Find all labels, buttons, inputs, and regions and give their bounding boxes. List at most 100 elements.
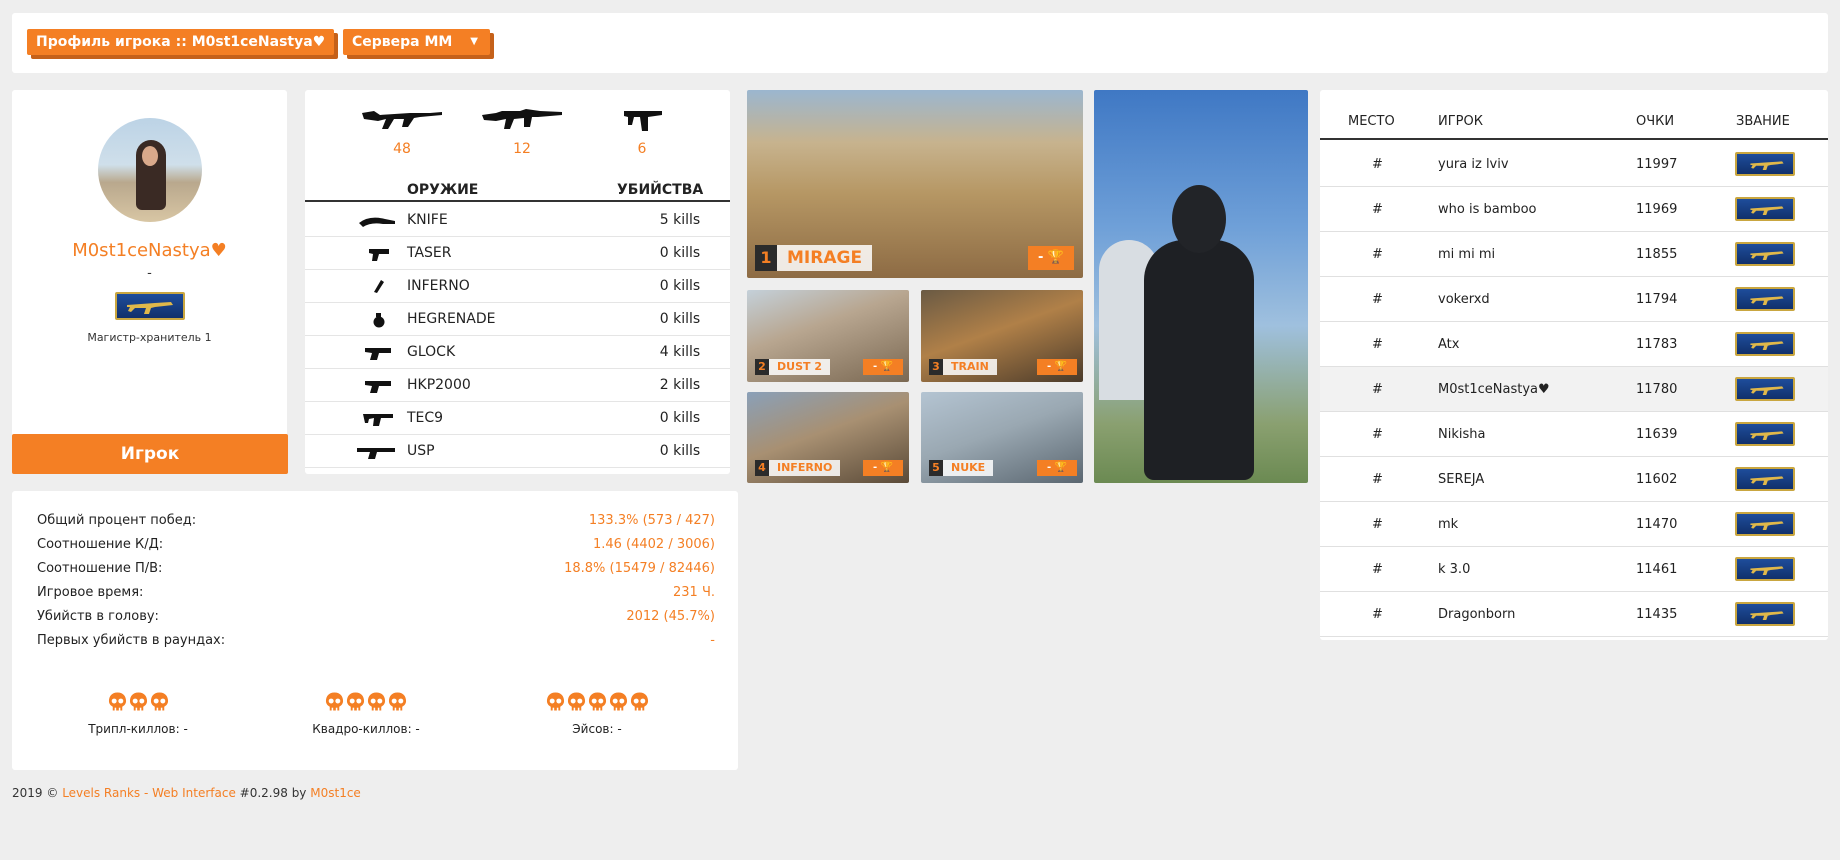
weapon-kills: 4 kills	[659, 344, 701, 360]
rank-badge-icon	[1735, 602, 1795, 626]
player-subtitle: -	[147, 266, 152, 281]
footer-link-author[interactable]: M0st1ce	[310, 786, 361, 800]
row-points: 11997	[1636, 157, 1678, 172]
map-name: MIRAGE	[777, 245, 873, 271]
table-row[interactable]: # Atx 11783	[1320, 322, 1828, 367]
table-row: USP 0 kills	[305, 435, 730, 468]
col-rank: ЗВАНИЕ	[1736, 114, 1790, 129]
table-row[interactable]: # k 3.0 11461	[1320, 547, 1828, 592]
row-points: 11461	[1636, 562, 1678, 577]
map-result-value: -	[1046, 361, 1052, 372]
table-row[interactable]: # mk 11470	[1320, 502, 1828, 547]
row-place: #	[1372, 472, 1383, 487]
table-row[interactable]: # who is bamboo 11969	[1320, 187, 1828, 232]
rank-badge-icon	[1735, 287, 1795, 311]
weapon-name: INFERNO	[407, 278, 470, 294]
skull-icon	[108, 691, 127, 716]
stat-label: Убийств в голову:	[37, 609, 159, 624]
table-row: TEC9 0 kills	[305, 402, 730, 435]
col-player: ИГРОК	[1438, 114, 1483, 129]
soldier-image	[1094, 90, 1308, 483]
map-name: DUST 2	[769, 359, 830, 375]
skull-icon	[546, 691, 565, 716]
row-points: 11602	[1636, 472, 1678, 487]
col-kills: УБИЙСТВА	[617, 182, 704, 198]
row-points: 11855	[1636, 247, 1678, 262]
map-number: 1	[755, 245, 777, 271]
stat-value: 231 Ч.	[673, 585, 715, 600]
stat-label: Первых убийств в раундах:	[37, 633, 226, 648]
stat-value: 18.8% (15479 / 82446)	[564, 561, 715, 576]
table-row[interactable]: # yura iz lviv 11997	[1320, 142, 1828, 187]
weapon-name: GLOCK	[407, 344, 456, 360]
triple-kills: Трипл-киллов: -	[64, 691, 212, 736]
rank-badge-icon	[1735, 332, 1795, 356]
row-points: 11969	[1636, 202, 1678, 217]
ace-kills: Эйсов: -	[523, 691, 671, 736]
weapon-kills: 0 kills	[659, 278, 701, 294]
table-row: HEGRENADE 0 kills	[305, 303, 730, 336]
row-player: yura iz lviv	[1438, 157, 1509, 172]
row-player: vokerxd	[1438, 292, 1490, 307]
rank-badge-icon	[1735, 422, 1795, 446]
table-row[interactable]: # Dragonborn 11435	[1320, 592, 1828, 637]
row-place: #	[1372, 382, 1383, 397]
top-weapon-2: 12	[477, 105, 567, 157]
map-result-value: -	[1037, 250, 1044, 265]
map-number: 2	[755, 359, 769, 375]
map-card-nuke[interactable]: 5 NUKE - 🏆	[921, 392, 1083, 483]
rank-badge-icon	[1735, 557, 1795, 581]
map-result: - 🏆	[1028, 246, 1074, 270]
rank-badge-icon	[1735, 467, 1795, 491]
weapon-kills: 0 kills	[659, 410, 701, 426]
skull-icon	[609, 691, 628, 716]
rank-badge-icon	[115, 292, 185, 320]
rank-badge-icon	[1735, 512, 1795, 536]
weapons-table-header: ОРУЖИЕ УБИЙСТВА	[305, 182, 730, 202]
table-row[interactable]: # M0st1ceNastya♥ 11780	[1320, 367, 1828, 412]
trophy-icon: 🏆	[1054, 361, 1068, 372]
row-player: Atx	[1438, 337, 1460, 352]
weapon-name: HEGRENADE	[407, 311, 496, 327]
player-name: M0st1ceNastya♥	[72, 240, 227, 261]
rank-badge-icon	[1735, 377, 1795, 401]
stat-label: Соотношение К/Д:	[37, 537, 164, 552]
table-row[interactable]: # mi mi mi 11855	[1320, 232, 1828, 277]
avatar	[98, 118, 202, 222]
map-name: TRAIN	[943, 359, 997, 375]
table-row[interactable]: # vokerxd 11794	[1320, 277, 1828, 322]
trophy-icon: 🏆	[880, 361, 894, 372]
map-card-inferno[interactable]: 4 INFERNO - 🏆	[747, 392, 909, 483]
map-card-dust2[interactable]: 2 DUST 2 - 🏆	[747, 290, 909, 382]
stat-label: Соотношение П/В:	[37, 561, 163, 576]
servers-dropdown[interactable]: Сервера ММ ▼	[343, 29, 490, 55]
row-place: #	[1372, 607, 1383, 622]
profile-card: M0st1ceNastya♥ - Магистр-хранитель 1	[12, 90, 287, 474]
col-place: МЕСТО	[1348, 114, 1395, 129]
map-card-mirage[interactable]: 1 MIRAGE - 🏆	[747, 90, 1083, 278]
row-points: 11435	[1636, 607, 1678, 622]
table-row[interactable]: # Nikisha 11639	[1320, 412, 1828, 457]
hegrenade-icon	[373, 313, 385, 328]
table-row[interactable]: # SEREJA 11602	[1320, 457, 1828, 502]
skull-icon	[346, 691, 365, 716]
map-number: 5	[929, 460, 943, 476]
profile-button[interactable]: Профиль игрока :: M0st1ceNastya♥	[27, 29, 335, 55]
skull-icons	[292, 691, 440, 716]
map-card-train[interactable]: 3 TRAIN - 🏆	[921, 290, 1083, 382]
stat-value: -	[710, 633, 715, 648]
row-points: 11783	[1636, 337, 1678, 352]
ace-kills-label: Эйсов: -	[572, 722, 622, 736]
mac10-icon	[624, 111, 662, 131]
top-weapon-count: 12	[513, 141, 531, 157]
map-result-value: -	[872, 462, 878, 473]
map-number: 4	[755, 460, 769, 476]
role-button[interactable]: Игрок	[12, 434, 288, 474]
weapons-card: 48 12 6 ОРУЖИЕ УБИЙСТВА KNIFE 5 kills TA…	[305, 90, 730, 474]
map-result-value: -	[1046, 462, 1052, 473]
hkp2000-icon	[365, 381, 391, 393]
footer-link-project[interactable]: Levels Ranks - Web Interface	[62, 786, 236, 800]
skull-icons	[64, 691, 212, 716]
skull-icon	[129, 691, 148, 716]
col-points: ОЧКИ	[1636, 114, 1675, 129]
